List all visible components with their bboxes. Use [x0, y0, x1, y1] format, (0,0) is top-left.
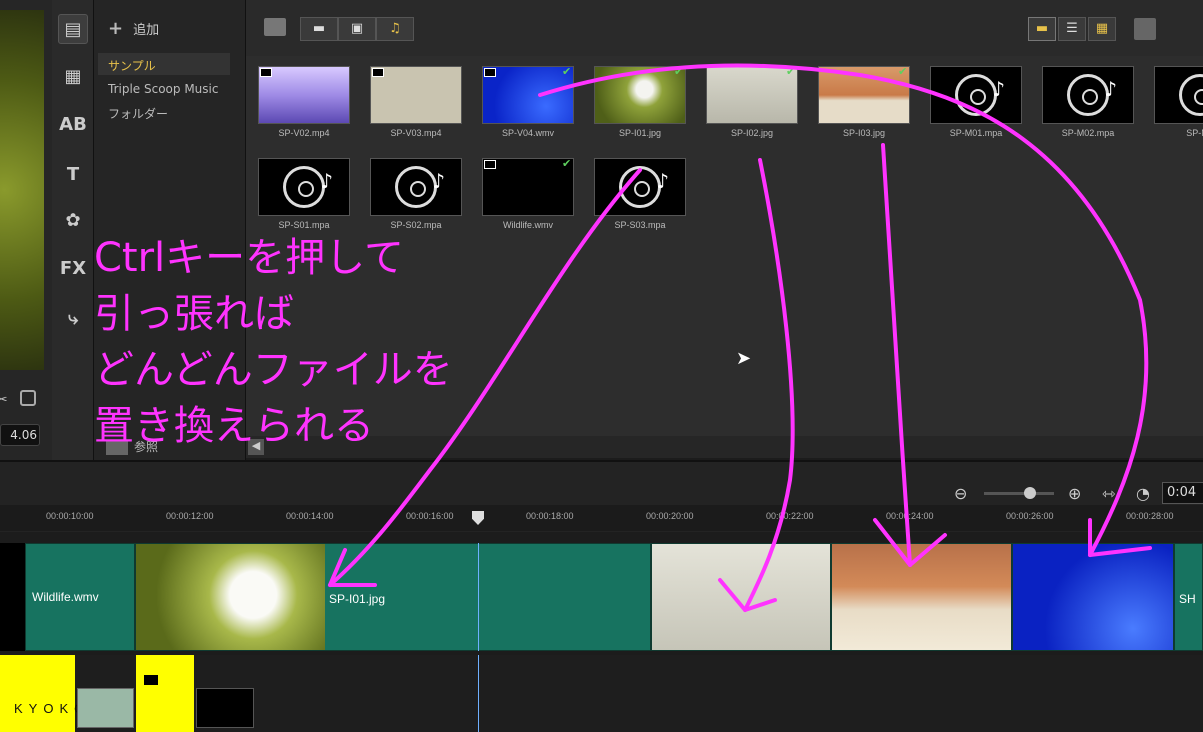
- arrow-path: [881, 143, 912, 567]
- annotation-line: どんどんファイルを: [94, 347, 453, 393]
- arrow-path: [538, 63, 1149, 557]
- arrow-path: [743, 158, 795, 612]
- annotation-line: 置き換えられる: [94, 403, 374, 449]
- annotation-line: 引っ張れば: [94, 291, 294, 337]
- annotation-line: Ctrlキーを押して: [94, 235, 404, 281]
- handwritten-annotation: Ctrlキーを押して 引っ張れば どんどんファイルを 置き換えられる: [94, 230, 453, 454]
